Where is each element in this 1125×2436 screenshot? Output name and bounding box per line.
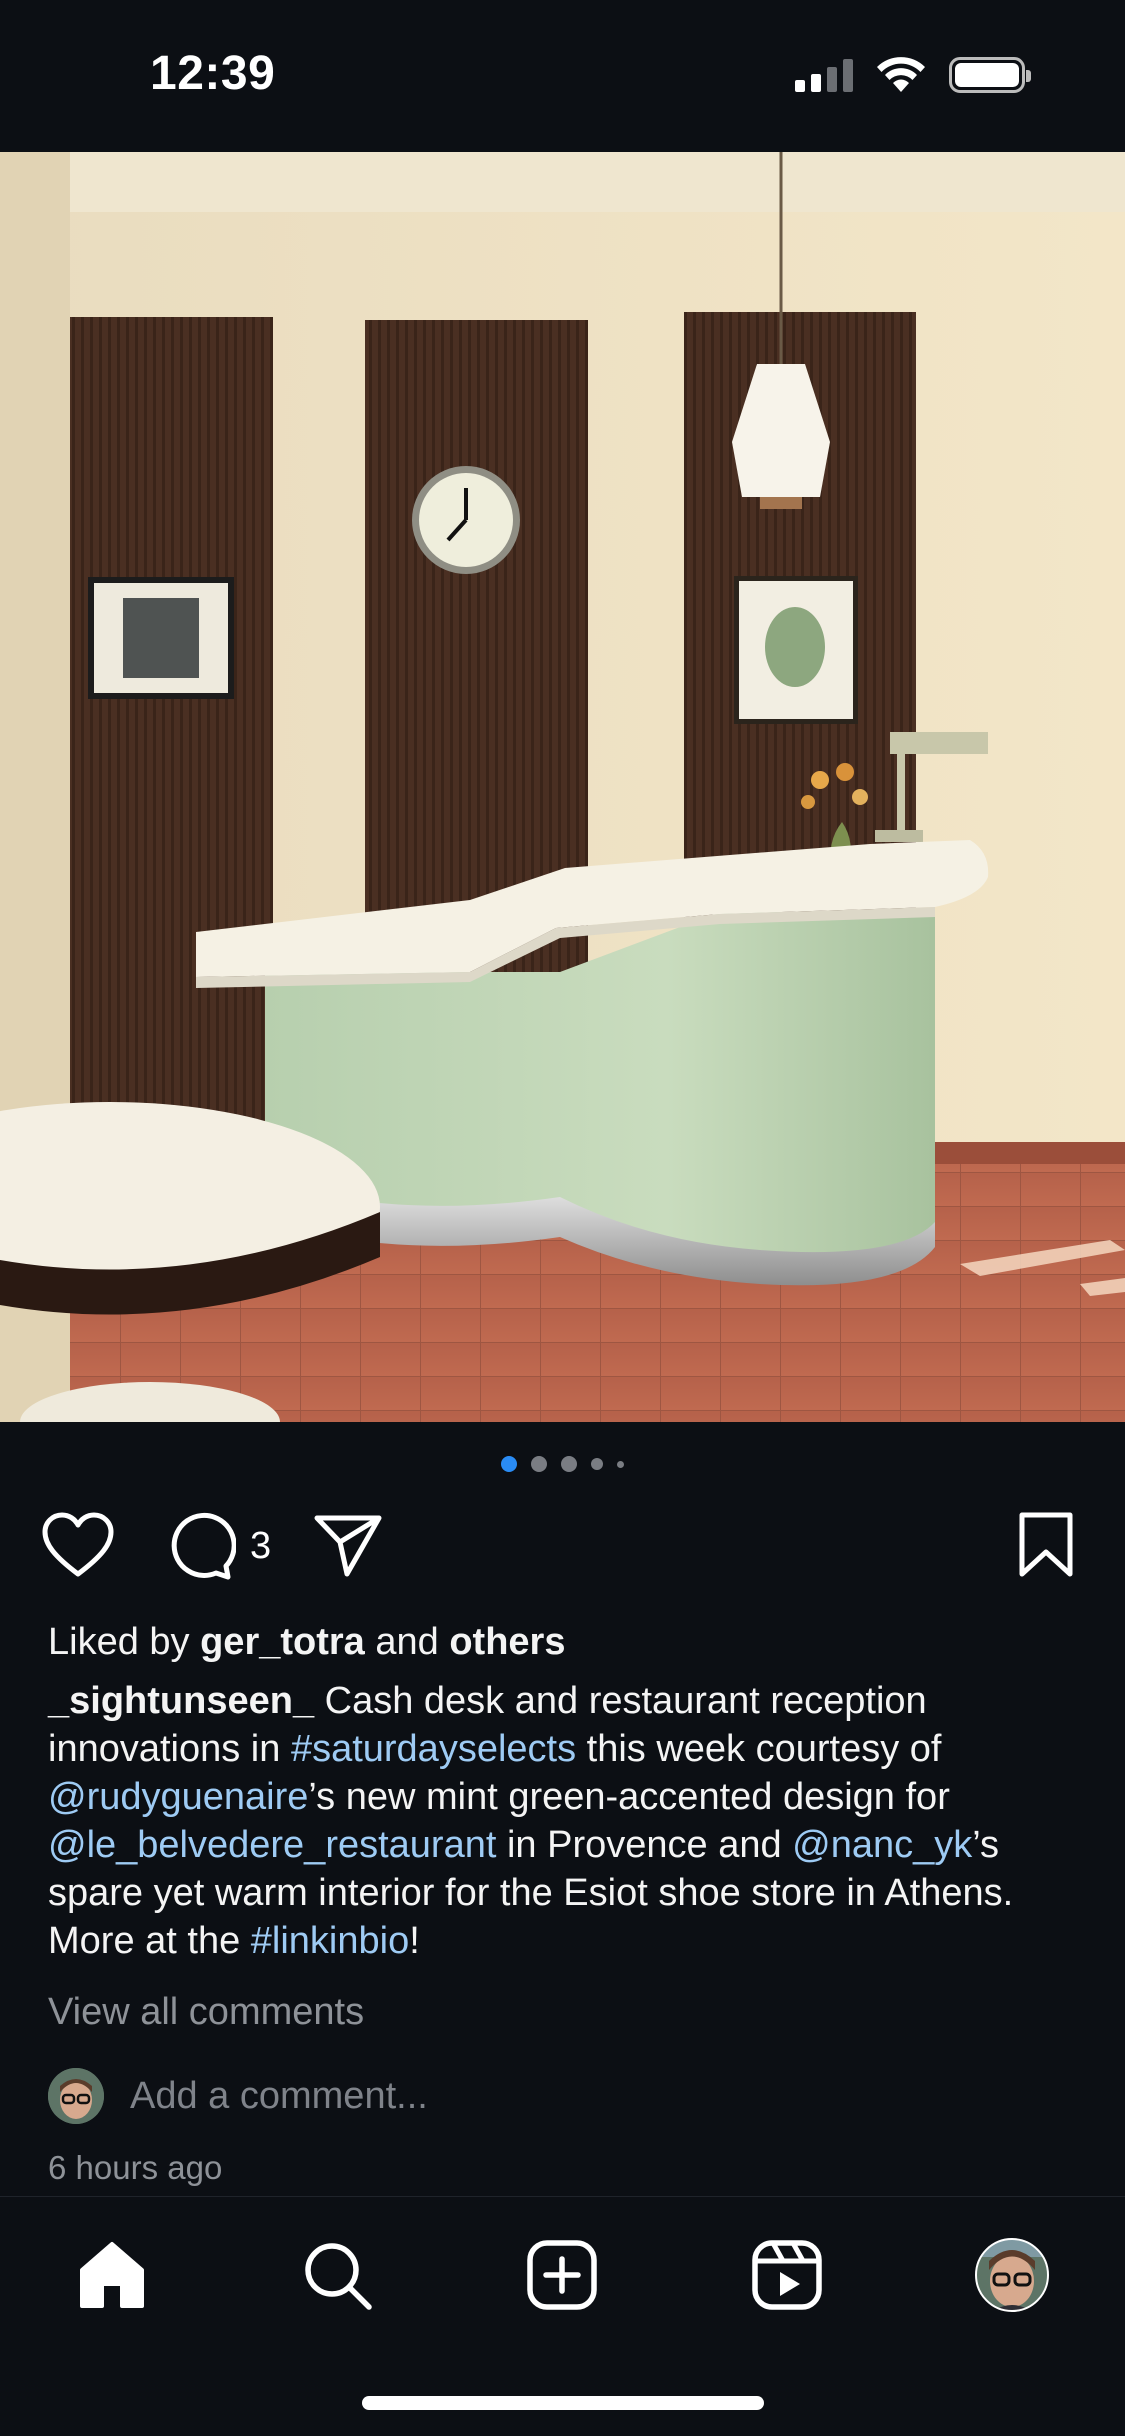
status-time: 12:39 [150,47,276,100]
liked-by-others[interactable]: others [449,1621,565,1663]
home-icon [80,2242,144,2308]
save-button[interactable] [1016,1510,1076,1580]
status-icons [795,56,1031,94]
like-button[interactable] [40,1510,116,1580]
liked-by-middle: and [364,1621,450,1663]
comment-icon [171,1513,236,1580]
instagram-post-screen: 12:39 3 Liked by ger_totra and others _s… [0,0,1125,2436]
liked-by-user[interactable]: ger_totra [200,1621,365,1663]
create-icon [527,2240,597,2310]
caption-mention[interactable]: @nanc_yk [792,1824,972,1866]
carousel-dot [591,1458,603,1470]
carousel-dot-active [501,1456,517,1472]
nav-create[interactable] [522,2235,602,2315]
carousel-dot [561,1456,577,1472]
post-caption: _sightunseen_ Cash desk and restaurant r… [48,1677,1088,1965]
caption-hashtag[interactable]: #linkinbio [251,1920,409,1962]
home-indicator[interactable] [362,2396,764,2410]
liked-by-prefix: Liked by [48,1621,201,1663]
wifi-icon [877,57,925,92]
post-photo[interactable] [0,152,1125,1422]
nav-search[interactable] [297,2235,377,2315]
comment-count: 3 [250,1524,272,1567]
search-icon [305,2243,372,2310]
liked-by[interactable]: Liked by ger_totra and others [48,1618,1088,1666]
cellular-signal-icon [795,58,853,92]
caption-mention[interactable]: @rudyguenaire [48,1776,308,1818]
comment-input[interactable]: Add a comment... [130,2075,428,2118]
profile-avatar [975,2238,1049,2312]
heart-icon [42,1512,114,1577]
nav-reels[interactable] [747,2235,827,2315]
bookmark-icon [1019,1512,1073,1577]
caption-mention[interactable]: @le_belvedere_restaurant [48,1824,496,1866]
nav-home[interactable] [72,2235,152,2315]
nav-profile[interactable] [972,2235,1052,2315]
send-icon [314,1515,382,1577]
caption-hashtag[interactable]: #saturdayselects [291,1728,576,1770]
battery-icon [949,57,1031,93]
add-comment-row[interactable]: Add a comment... [48,2068,428,2124]
caption-text-6: in Provence and [496,1824,793,1866]
caption-text-4: ’s new mint green-accented design for [308,1776,950,1818]
view-all-comments-link[interactable]: View all comments [48,1988,1088,2036]
carousel-dot [617,1460,624,1468]
caption-username[interactable]: _sightunseen_ [48,1680,314,1722]
reels-icon [752,2240,822,2310]
carousel-indicator [0,1456,1125,1472]
share-button[interactable] [312,1510,384,1580]
status-bar: 12:39 [0,0,1125,152]
caption-text-10: ! [409,1920,420,1962]
post-timestamp: 6 hours ago [48,2149,223,2186]
avatar [48,2068,104,2124]
comment-button[interactable]: 3 [164,1510,271,1582]
post-actions: 3 [0,1510,1125,1586]
caption-text-2: this week courtesy of [576,1728,942,1770]
carousel-dot [531,1456,547,1472]
reception-desk-image [0,152,1125,1422]
